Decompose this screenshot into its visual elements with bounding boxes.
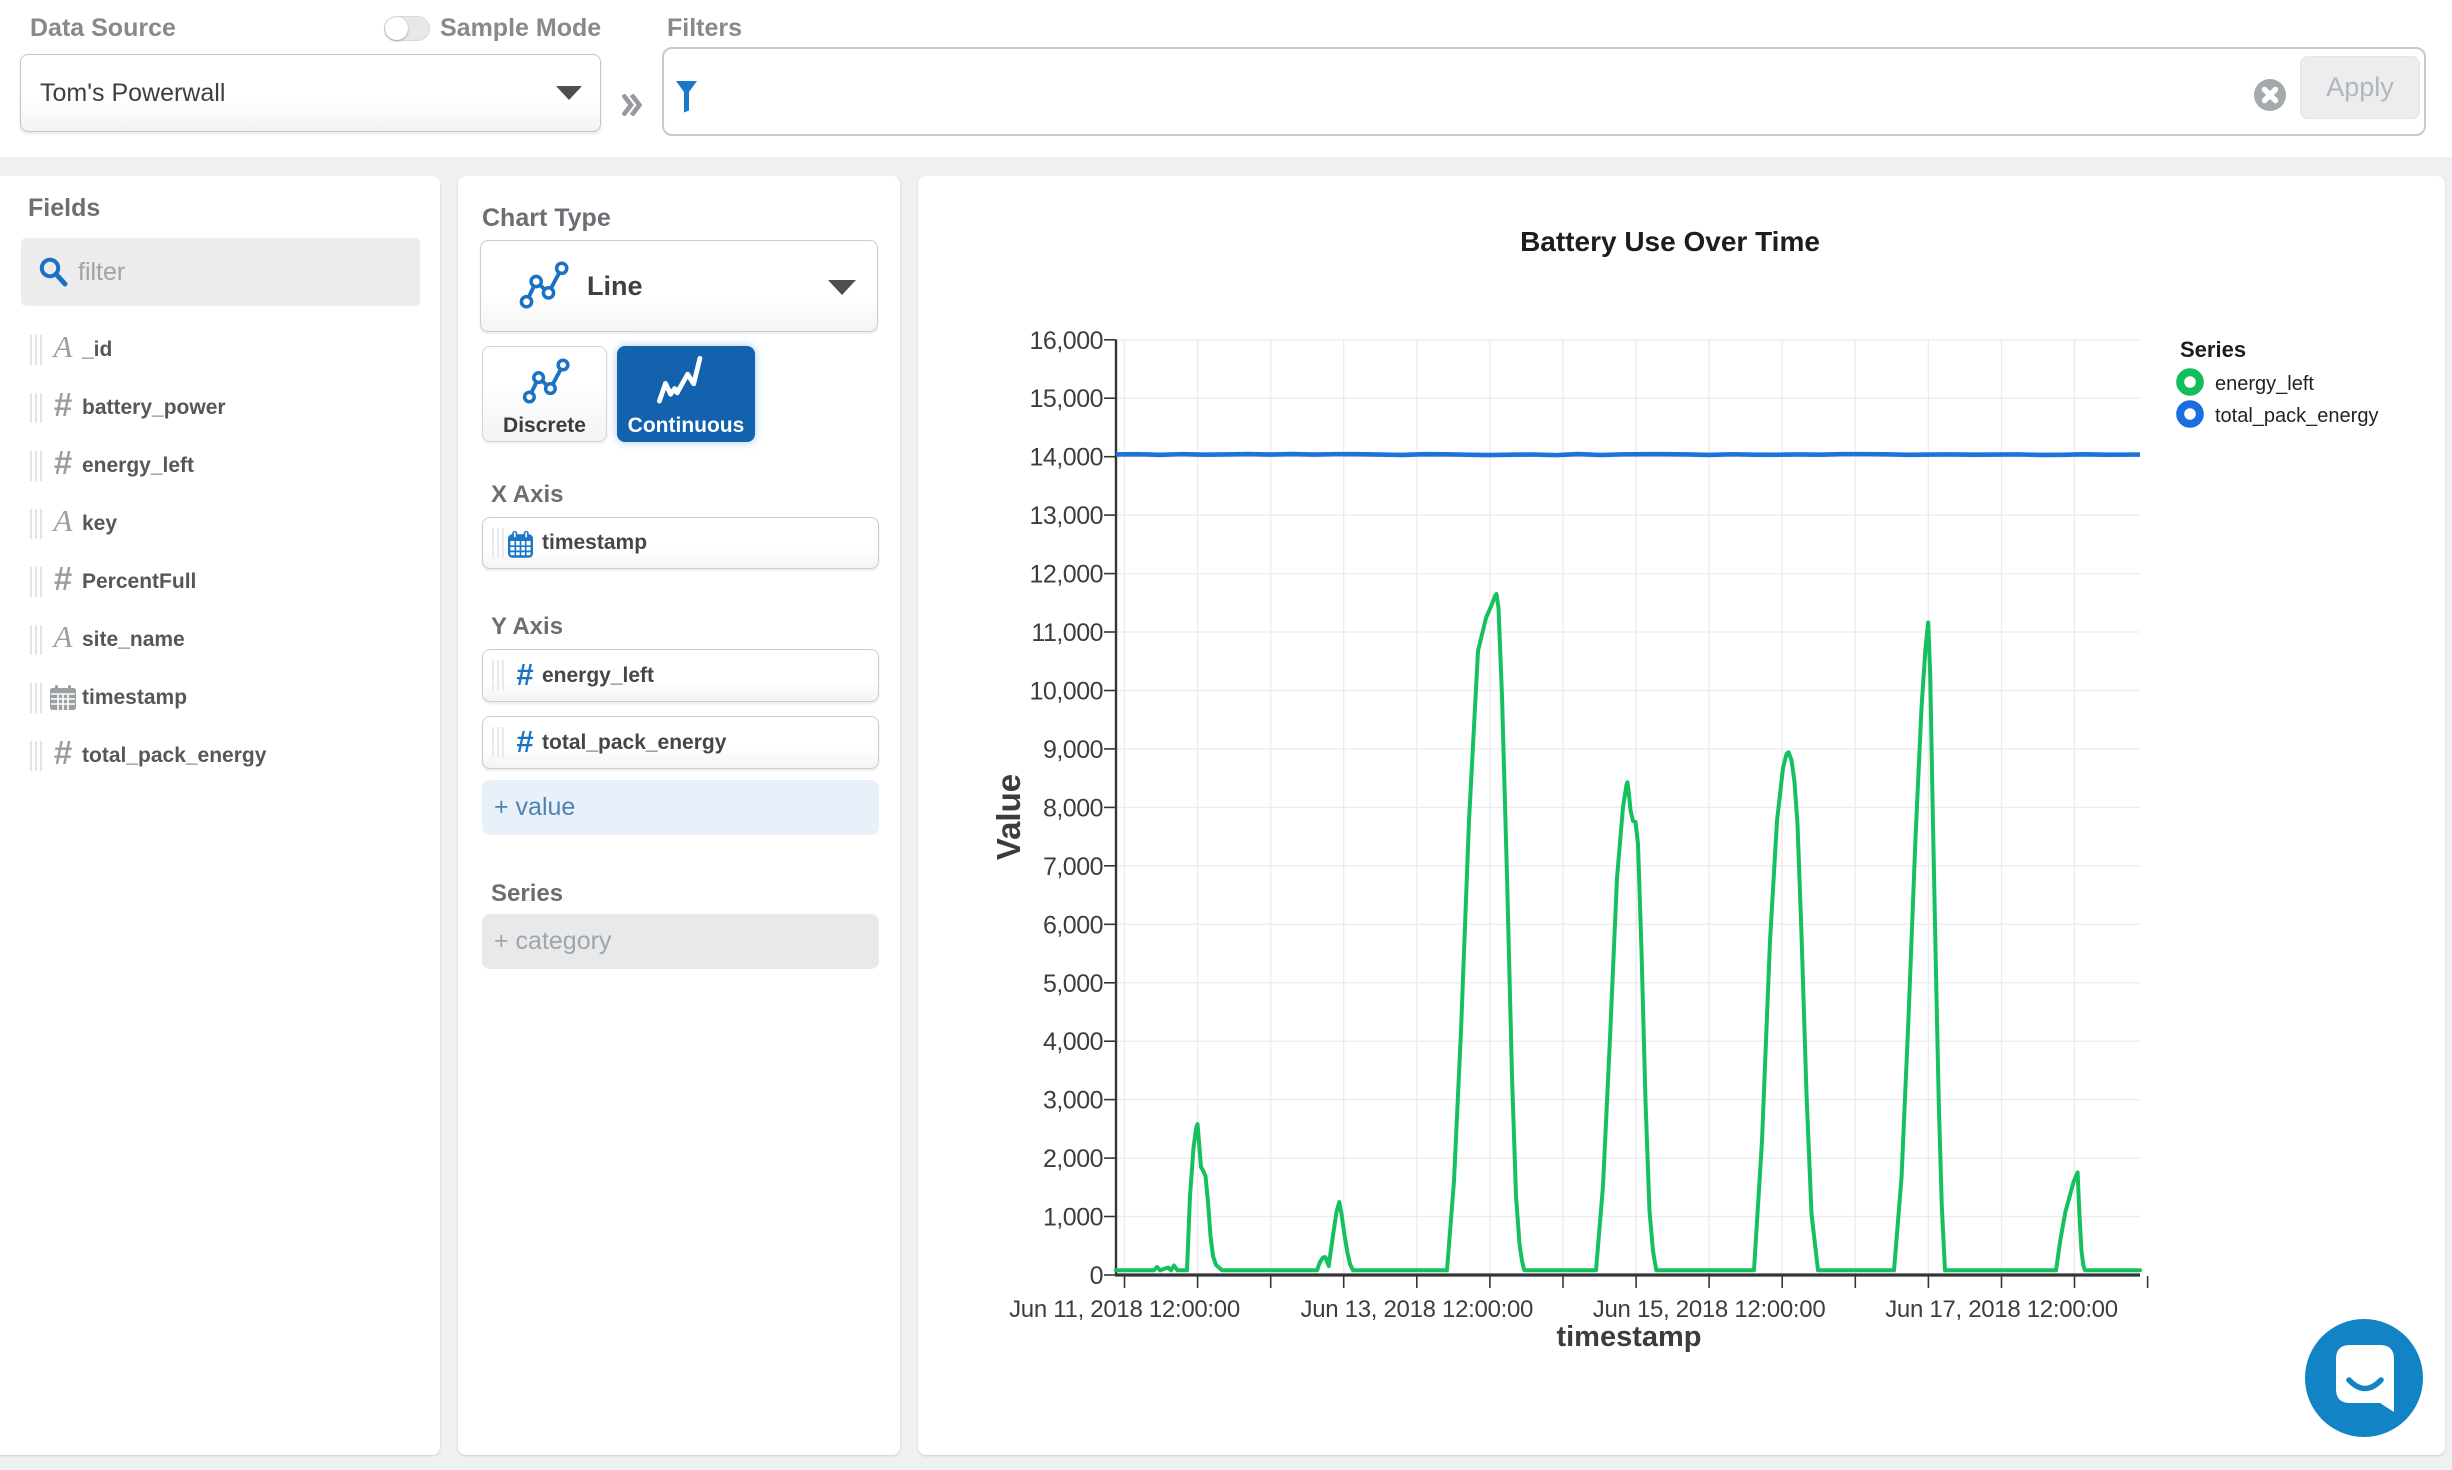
svg-text:11,000: 11,000 <box>1031 619 1103 647</box>
svg-text:Series: Series <box>2180 337 2246 362</box>
svg-text:16,000: 16,000 <box>1030 327 1103 355</box>
svg-text:Jun 15, 2018 12:00:00: Jun 15, 2018 12:00:00 <box>1593 1296 1826 1323</box>
svg-text:Jun 11, 2018 12:00:00: Jun 11, 2018 12:00:00 <box>1009 1296 1240 1323</box>
svg-text:2,000: 2,000 <box>1043 1145 1103 1173</box>
svg-text:energy_left: energy_left <box>2215 373 2314 395</box>
svg-text:Jun 13, 2018 12:00:00: Jun 13, 2018 12:00:00 <box>1301 1296 1534 1323</box>
svg-text:7,000: 7,000 <box>1043 853 1103 881</box>
svg-text:13,000: 13,000 <box>1030 502 1103 530</box>
svg-text:Battery Use Over Time: Battery Use Over Time <box>1520 226 1820 257</box>
svg-text:6,000: 6,000 <box>1043 911 1103 939</box>
svg-text:4,000: 4,000 <box>1043 1028 1103 1056</box>
svg-text:8,000: 8,000 <box>1043 794 1103 822</box>
svg-text:1,000: 1,000 <box>1043 1204 1103 1232</box>
svg-text:14,000: 14,000 <box>1030 444 1103 472</box>
svg-text:9,000: 9,000 <box>1043 736 1103 764</box>
svg-text:3,000: 3,000 <box>1043 1087 1103 1115</box>
svg-text:timestamp: timestamp <box>1556 1321 1701 1353</box>
svg-text:Value: Value <box>990 774 1027 860</box>
svg-text:Jun 17, 2018 12:00:00: Jun 17, 2018 12:00:00 <box>1885 1296 2118 1323</box>
svg-text:10,000: 10,000 <box>1030 678 1103 706</box>
svg-text:12,000: 12,000 <box>1030 561 1103 589</box>
svg-text:15,000: 15,000 <box>1030 385 1103 413</box>
svg-text:5,000: 5,000 <box>1043 970 1103 998</box>
svg-text:total_pack_energy: total_pack_energy <box>2215 405 2378 427</box>
svg-text:0: 0 <box>1090 1262 1103 1290</box>
